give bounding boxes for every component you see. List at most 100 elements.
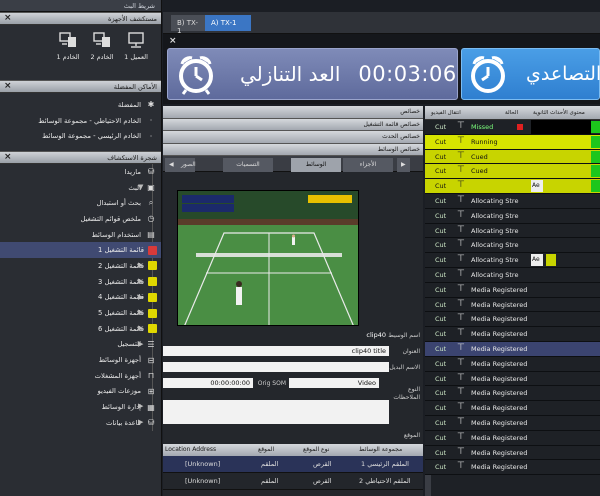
tab-segments[interactable]: الأجزاء bbox=[343, 158, 393, 172]
tab-media[interactable]: الوسائط bbox=[291, 158, 341, 172]
device-label: الخادم 1 bbox=[56, 53, 80, 61]
col-video-transition[interactable]: انتقال الفيديو bbox=[431, 110, 461, 116]
playlist-row[interactable]: Cut ⊤ Media Registered bbox=[425, 460, 600, 476]
playlist-row[interactable]: Cut ⊤ Allocating Stre bbox=[425, 208, 600, 224]
playlist-row[interactable]: Cut ⊤ Media Registered bbox=[425, 356, 600, 372]
tree-panel-header[interactable]: × شجرة الاستكشاف bbox=[0, 151, 161, 164]
collapse-icon[interactable]: ▼ bbox=[138, 183, 143, 191]
playlist-row[interactable]: Cut ⊤ Media Registered bbox=[425, 282, 600, 298]
close-icon[interactable]: × bbox=[4, 13, 12, 23]
device-client-1[interactable]: العميل 1 bbox=[121, 31, 151, 80]
table-row[interactable]: [Unknown] الملقم القرص الملقم الاحتياطي … bbox=[163, 473, 423, 490]
tree-item-playlist-4[interactable]: ▶ قائمة التشغيل 4 bbox=[0, 290, 161, 306]
close-icon[interactable]: × bbox=[169, 36, 177, 46]
playlist-row[interactable]: Cut ⊤ Media Registered bbox=[425, 430, 600, 446]
tree-item-database[interactable]: ▶ قاعدة بيانات ⛁ bbox=[0, 415, 161, 431]
tree-item-media-devices[interactable]: أجهزة الوسائط ⊟ bbox=[0, 352, 161, 368]
media-properties-button[interactable]: خصائص الوسائط bbox=[163, 143, 423, 156]
playlist-row[interactable]: Cut ⊤ Allocating Stre bbox=[425, 223, 600, 239]
device-server-2[interactable]: الخادم 2 bbox=[87, 31, 117, 80]
col-media-group[interactable]: مجموعة الوسائط bbox=[359, 446, 402, 453]
tree-item-playlist-6[interactable]: ▶ قائمة التشغيل 6 bbox=[0, 321, 161, 337]
tree-item-search[interactable]: بحث أو استبدال ⌕ bbox=[0, 195, 161, 211]
title-row: clip40 title العنوان bbox=[163, 346, 423, 357]
tab-a-tx1[interactable]: A) TX-1 bbox=[205, 15, 251, 31]
secondary-event-icon[interactable]: Ae bbox=[531, 180, 543, 193]
playlist-row[interactable]: Cut ⊤ Cued bbox=[425, 149, 600, 165]
favorite-item[interactable]: المفضلة ✱ bbox=[0, 97, 161, 113]
favorite-item[interactable]: الخادم الاحتياطي - مجموعة الوسائط · bbox=[0, 113, 161, 129]
tab-images[interactable]: الصور bbox=[177, 158, 196, 172]
expand-icon[interactable]: ▶ bbox=[138, 261, 143, 269]
scroll-left-icon[interactable]: ◀ bbox=[165, 158, 178, 172]
playlist-row[interactable]: Cut ⊤ Media Registered bbox=[425, 327, 600, 342]
tree-item-playlist-2[interactable]: ▶ قائمة التشغيل 2 bbox=[0, 258, 161, 274]
tree-item-summary[interactable]: ملخص قوائم التشغيل ◷ bbox=[0, 211, 161, 227]
tree-item-playlist-5[interactable]: ▶ قائمة التشغيل 5 bbox=[0, 305, 161, 321]
playlist-row[interactable]: Cut ⊤ Media Registered bbox=[425, 401, 600, 416]
tree-item-root[interactable]: ماريدا ⛁ bbox=[0, 164, 161, 180]
expand-icon[interactable]: ▶ bbox=[138, 293, 143, 301]
playlist-row[interactable]: Cut ⊤ Media Registered bbox=[425, 341, 600, 357]
col-location-address[interactable]: Location Address bbox=[165, 446, 216, 453]
expand-icon[interactable]: ▶ bbox=[138, 402, 143, 410]
playlist-row[interactable]: Cut ⊤ Running bbox=[425, 134, 600, 150]
tree-item-broadcast[interactable]: ▼ البث ▣ bbox=[0, 180, 161, 196]
title-field[interactable]: clip40 title bbox=[163, 346, 389, 356]
transition-cell: Cut bbox=[435, 123, 447, 131]
playlist-row[interactable]: Cut ⊤ Media Registered bbox=[425, 386, 600, 402]
alt-name-field[interactable] bbox=[163, 362, 389, 372]
tree-item-media-usage[interactable]: استخدام الوسائط ▤ bbox=[0, 227, 161, 243]
expand-icon[interactable]: ▶ bbox=[138, 277, 143, 285]
location-label: الموقع bbox=[403, 432, 420, 439]
tab-b-tx1[interactable]: B) TX-1 bbox=[171, 15, 205, 35]
close-icon[interactable]: × bbox=[4, 81, 12, 91]
col-secondary-events[interactable]: محتوى الأحداث الثانوية bbox=[533, 110, 585, 116]
event-properties-button[interactable]: خصائص الحدث bbox=[163, 131, 423, 144]
media-name-value[interactable]: clip40 bbox=[163, 330, 389, 340]
status-cell: Media Registered bbox=[471, 448, 528, 457]
expand-icon[interactable]: ▶ bbox=[138, 418, 143, 426]
playlist-row[interactable]: Cut ⊤ Media Registered bbox=[425, 312, 600, 328]
playlist-row[interactable]: Cut ⊤ Media Registered bbox=[425, 415, 600, 431]
expand-icon[interactable]: ▶ bbox=[138, 340, 143, 348]
tab-labels[interactable]: التسميات bbox=[223, 158, 273, 172]
expand-icon[interactable]: ▶ bbox=[138, 324, 143, 332]
playlist-properties-button[interactable]: خصائص قائمة التشغيل bbox=[163, 118, 423, 131]
col-location[interactable]: الموقع bbox=[258, 446, 274, 453]
favorite-item[interactable]: الخادم الرئيسي - مجموعة الوسائط · bbox=[0, 128, 161, 144]
playlist-row[interactable]: Cut ⊤ Allocating Stre Ae bbox=[425, 253, 600, 268]
device-server-1[interactable]: الخادم 1 bbox=[53, 31, 83, 80]
playlist-row[interactable]: Cut ⊤ Media Registered bbox=[425, 297, 600, 313]
playlist-row[interactable]: Cut ⊤ Media Registered bbox=[425, 445, 600, 461]
playlist-row[interactable]: Cut ⊤ Missed bbox=[425, 120, 600, 135]
tree-item-playlist-3[interactable]: ▶ قائمة التشغيل 3 bbox=[0, 274, 161, 290]
table-row[interactable]: [Unknown] الملقم القرص الملقم الرئيسي 1 bbox=[163, 456, 423, 473]
scroll-right-icon[interactable]: ▶ bbox=[397, 158, 410, 172]
playlist-row[interactable]: Cut ⊤ Allocating Stre bbox=[425, 267, 600, 283]
tree-item-media-management[interactable]: ▶ إدارة الوسائط ▦ bbox=[0, 399, 161, 415]
tree-item-recording[interactable]: ▶ التسجيل ☰ bbox=[0, 337, 161, 353]
transition-cell: Cut bbox=[435, 256, 447, 265]
col-location-type[interactable]: نوع الموقع bbox=[303, 446, 329, 453]
playlist-row[interactable]: Cut ⊤ Ae bbox=[425, 179, 600, 194]
col-status[interactable]: الحالة bbox=[505, 110, 518, 116]
secondary-event-icon[interactable]: Ae bbox=[531, 254, 543, 267]
properties-header[interactable]: خصائص bbox=[163, 106, 423, 119]
server-icon bbox=[53, 31, 83, 53]
playlist-row[interactable]: Cut ⊤ Media Registered bbox=[425, 371, 600, 387]
playlist-row[interactable]: Cut ⊤ Allocating Stre bbox=[425, 238, 600, 254]
favorites-panel-header[interactable]: × الأماكن المفضلة bbox=[0, 80, 161, 93]
som-field[interactable]: 00:00:00:00 bbox=[163, 378, 253, 388]
status-cell: Media Registered bbox=[471, 359, 528, 368]
playlist-row[interactable]: Cut ⊤ Cued bbox=[425, 164, 600, 180]
playlist-row[interactable]: Cut ⊤ Allocating Stre bbox=[425, 193, 600, 209]
notes-field[interactable] bbox=[163, 400, 389, 424]
tree-item-video-routers[interactable]: موزعات الفيديو ⊞ bbox=[0, 384, 161, 400]
tree-item-player-devices[interactable]: أجهزة المشغلات ⊓ bbox=[0, 368, 161, 384]
type-field[interactable]: Video bbox=[289, 378, 379, 388]
expand-icon[interactable]: ▶ bbox=[138, 308, 143, 316]
tree-item-playlist-1[interactable]: قائمة التشغيل 1 bbox=[0, 242, 161, 259]
devices-panel-header[interactable]: × مستكشف الأجهزة bbox=[0, 12, 161, 25]
close-icon[interactable]: × bbox=[4, 152, 12, 162]
